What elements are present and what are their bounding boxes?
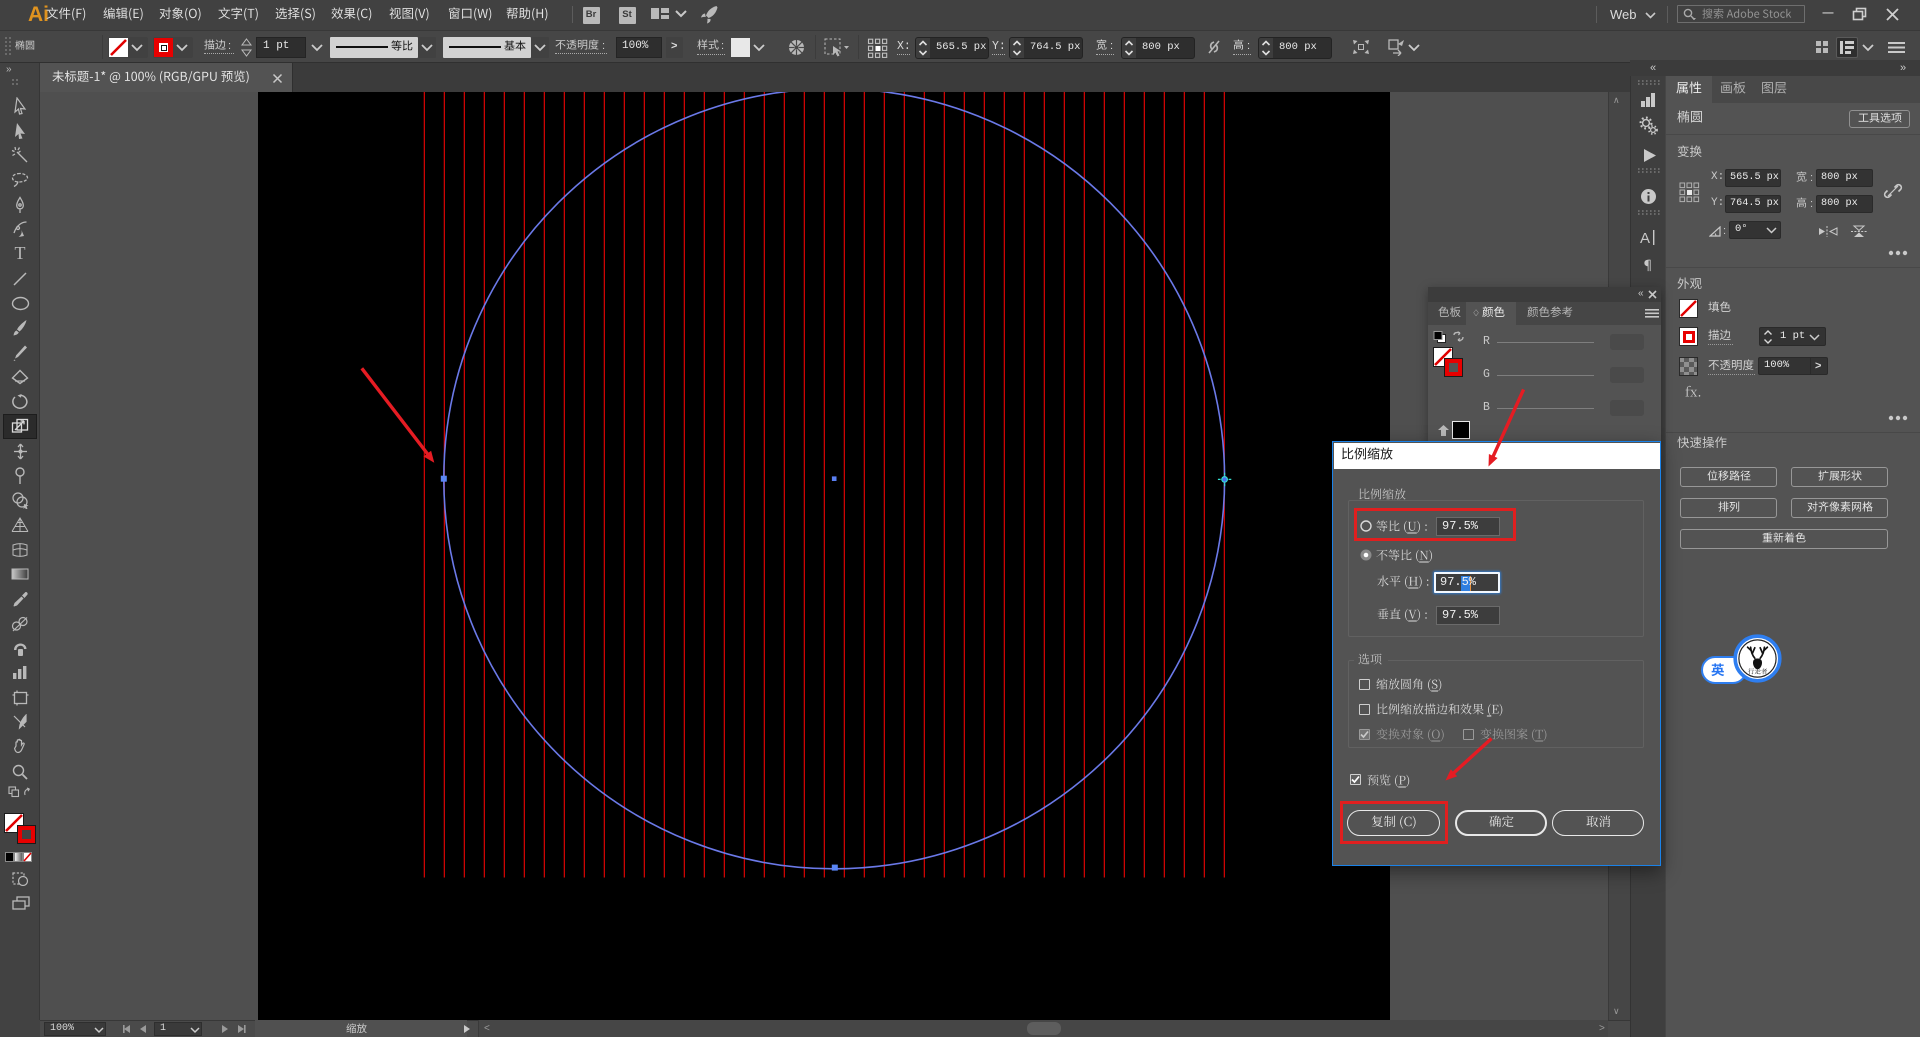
svg-text:A: A bbox=[1640, 230, 1650, 246]
